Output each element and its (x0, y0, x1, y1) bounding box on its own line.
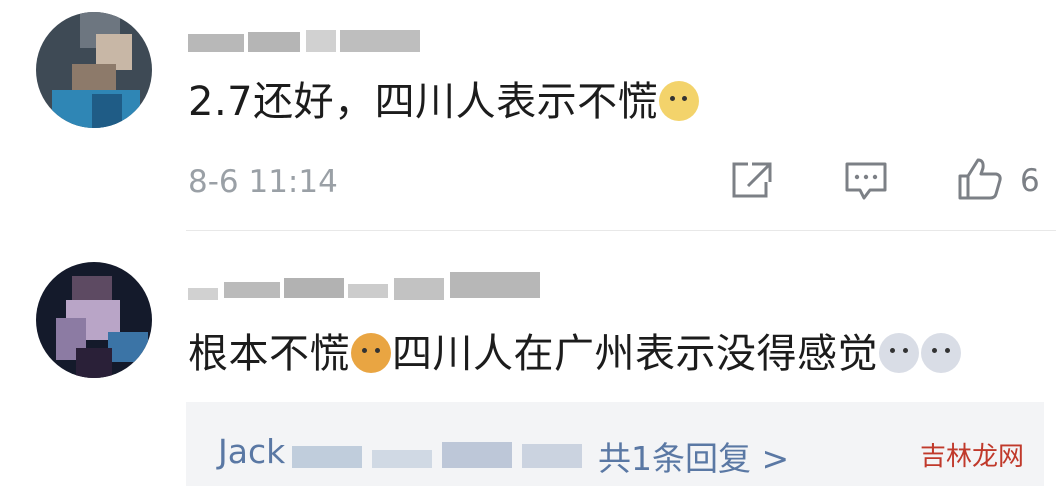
comment-text-part: 根本不慌 (188, 331, 350, 377)
reply-preview-blurred (292, 440, 592, 470)
avatar[interactable] (36, 12, 152, 128)
like-count: 6 (1020, 163, 1040, 199)
username-blur-block (340, 30, 420, 52)
reply-blur-block (372, 450, 432, 468)
doge-emoji-icon (659, 81, 700, 121)
view-replies-link[interactable]: 共1条回复 > (598, 432, 789, 480)
avatar-pixel (76, 348, 112, 378)
username-blur-block (306, 30, 336, 52)
comment-text-content: 2.7还好，四川人表示不慌 (188, 79, 659, 125)
username-blur-block (188, 34, 244, 52)
cat-emoji-icon (351, 333, 391, 373)
reply-blur-block (292, 446, 362, 468)
reply-blur-block (522, 444, 582, 468)
username-blur-block (348, 284, 388, 298)
divider (186, 230, 1056, 231)
reply-user-name: Jack (218, 432, 286, 471)
comment-icon[interactable] (844, 160, 888, 200)
username-blur-block (224, 282, 280, 298)
avatar[interactable] (36, 262, 152, 378)
comment-text: 2.7还好，四川人表示不慌 (188, 78, 700, 126)
username-blur-block (394, 278, 444, 300)
husky-emoji-icon (879, 333, 919, 373)
username-blur-block (248, 32, 300, 52)
comment-text: 根本不慌 四川人在广州表示没得感觉 (188, 330, 962, 378)
reply-blur-block (442, 442, 512, 468)
reply-preview-user[interactable]: Jack (218, 432, 285, 471)
avatar-pixel (92, 94, 122, 128)
avatar-pixel (72, 64, 116, 92)
husky-emoji-icon (921, 333, 961, 373)
username-blurred[interactable] (188, 24, 428, 58)
comment-text-part: 四川人在广州表示没得感觉 (392, 331, 878, 377)
username-blur-block (450, 272, 540, 298)
username-blur-block (188, 288, 218, 300)
thumbs-up-icon[interactable] (956, 156, 1004, 202)
share-icon[interactable] (730, 160, 774, 200)
avatar-pixel (72, 276, 112, 302)
username-blur-block (284, 278, 344, 298)
comment-timestamp: 8-6 11:14 (188, 164, 338, 200)
avatar-pixel (108, 332, 148, 362)
watermark: 吉林龙网 (920, 442, 1025, 472)
username-blurred[interactable] (188, 268, 558, 302)
